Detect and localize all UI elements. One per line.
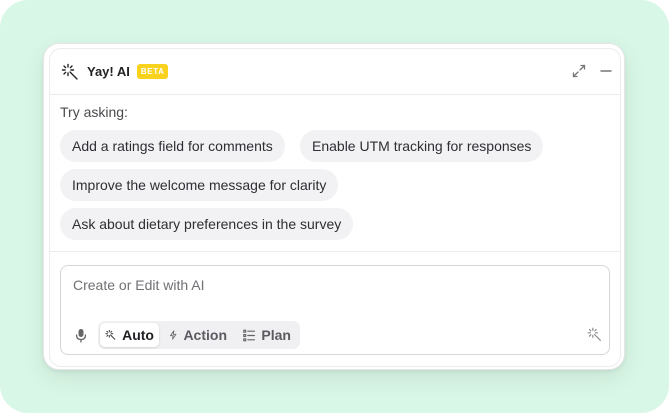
expand-arrows-icon bbox=[572, 64, 586, 78]
prompt-input[interactable] bbox=[61, 266, 609, 312]
magic-wand-icon bbox=[587, 327, 601, 341]
beta-badge: BETA bbox=[136, 64, 169, 79]
minimize-button[interactable] bbox=[598, 63, 614, 79]
mode-auto[interactable]: Auto bbox=[100, 323, 159, 347]
suggestion-chip[interactable]: Enable UTM tracking for responses bbox=[300, 130, 544, 162]
expand-button[interactable] bbox=[571, 63, 587, 79]
minus-icon bbox=[600, 70, 612, 72]
ai-assistant-panel: Yay! AI BETA Try asking: Add a ratings f… bbox=[43, 43, 625, 370]
panel-header: Yay! AI BETA bbox=[50, 49, 620, 95]
mode-selector: Auto Action Plan bbox=[98, 321, 300, 349]
divider bbox=[50, 251, 620, 252]
suggestion-chip[interactable]: Ask about dietary preferences in the sur… bbox=[60, 208, 354, 240]
prompt-composer: Auto Action bbox=[60, 265, 610, 355]
suggestions-label: Try asking: bbox=[60, 104, 128, 120]
suggestion-chip[interactable]: Add a ratings field for comments bbox=[60, 130, 285, 162]
magic-wand-icon bbox=[105, 329, 116, 340]
lightning-icon bbox=[169, 330, 177, 340]
suggestion-chip[interactable]: Improve the welcome message for clarity bbox=[60, 169, 339, 201]
list-icon bbox=[243, 329, 256, 341]
generate-button[interactable] bbox=[586, 326, 602, 342]
microphone-button[interactable] bbox=[74, 327, 88, 343]
mode-plan[interactable]: Plan bbox=[238, 323, 296, 347]
mode-action[interactable]: Action bbox=[164, 323, 232, 347]
mode-label: Plan bbox=[261, 327, 291, 343]
mode-label: Auto bbox=[122, 327, 154, 343]
panel-inner: Yay! AI BETA Try asking: Add a ratings f… bbox=[49, 48, 621, 367]
panel-title: Yay! AI bbox=[87, 64, 130, 79]
mode-label: Action bbox=[183, 327, 227, 343]
magic-wand-icon bbox=[61, 63, 79, 81]
microphone-icon bbox=[75, 328, 87, 343]
